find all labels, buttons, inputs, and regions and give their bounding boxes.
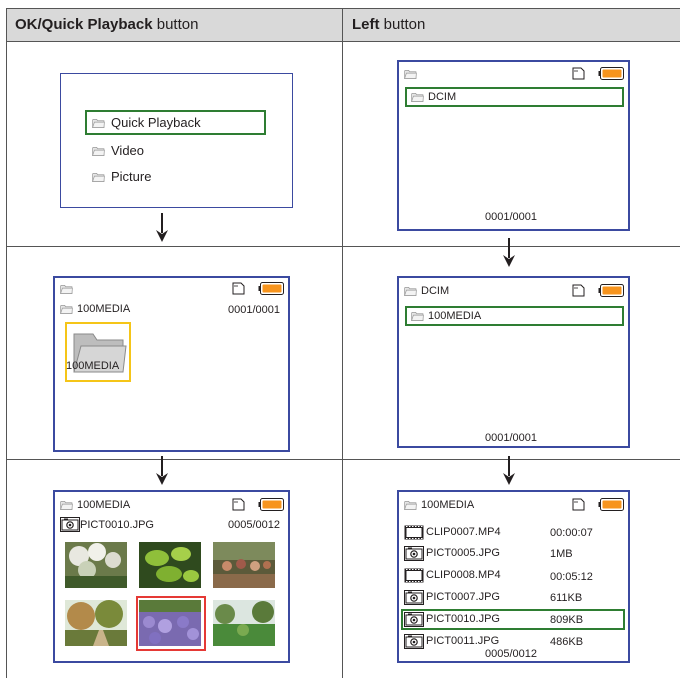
folder-icon [60, 304, 73, 314]
folder-counter: 0001/0001 [485, 432, 537, 444]
path-label: 100MEDIA [77, 303, 131, 315]
row-divider-1 [6, 246, 680, 247]
folder-icon [404, 500, 417, 510]
file-row-info: 486KB [550, 636, 584, 648]
battery-icon [598, 498, 624, 511]
film-icon [404, 568, 424, 583]
file-row-name[interactable]: PICT0007.JPG [426, 591, 500, 604]
folder-icon [92, 146, 105, 156]
folder-icon [60, 284, 73, 294]
path-label: DCIM [421, 285, 450, 297]
film-icon [404, 525, 424, 540]
folder-icon [404, 69, 417, 79]
table-left-border [6, 8, 7, 678]
sd-card-icon [572, 498, 585, 511]
file-row-info: 00:00:07 [550, 527, 593, 539]
thumbnail-purple-flowers[interactable] [139, 600, 201, 646]
thumbnail-lily-pads[interactable] [139, 542, 201, 588]
battery-icon [258, 498, 284, 511]
file-row-info: 611KB [550, 592, 583, 604]
sd-card-icon [572, 284, 585, 297]
folder-icon [92, 118, 105, 128]
column-divider [342, 8, 343, 678]
file-row-name[interactable]: CLIP0007.MP4 [426, 526, 501, 539]
camera-icon [404, 634, 424, 649]
folder-icon [411, 92, 424, 102]
dcim-screen: DCIM 0001/0001 [397, 60, 630, 231]
battery-icon [598, 284, 624, 297]
file-counter: 0005/0012 [485, 648, 537, 660]
header-right-bold: Left [352, 16, 380, 33]
file-row-info: 00:05:12 [550, 571, 593, 583]
arrow-down-icon [502, 456, 516, 486]
file-counter: 0005/0012 [228, 519, 280, 531]
battery-icon [258, 282, 284, 295]
folder-tile-label: 100MEDIA [66, 360, 120, 372]
header-right-rest: button [379, 16, 426, 33]
folder-icon [411, 311, 424, 321]
battery-icon [598, 67, 624, 80]
folder-name: 100MEDIA [428, 310, 482, 322]
folder-counter: 0001/0001 [485, 211, 537, 223]
menu-item-video[interactable]: Video [111, 144, 144, 157]
folder-icon [60, 500, 73, 510]
menu-item-picture[interactable]: Picture [111, 170, 151, 183]
file-name: PICT0010.JPG [80, 519, 154, 531]
header-bottom-border [6, 41, 680, 42]
camera-icon [404, 546, 424, 561]
menu-screen: Quick Playback Video Picture [60, 73, 293, 208]
table-top-border [6, 8, 680, 9]
file-row-name[interactable]: PICT0010.JPG [426, 613, 500, 626]
dcim-folder-screen: DCIM 100MEDIA 0001/0001 [397, 276, 630, 448]
thumbnail-screen: 100MEDIA PICT0010.JPG 0005/0012 [53, 490, 290, 663]
file-row-name[interactable]: PICT0011.JPG [426, 635, 499, 648]
camera-icon [60, 517, 80, 532]
file-row-info: 1MB [550, 548, 573, 560]
folder-counter: 0001/0001 [228, 304, 280, 316]
header-left-rest: button [152, 16, 199, 33]
thumbnail-people-seated[interactable] [213, 542, 275, 588]
thumbnail-tree-path[interactable] [65, 600, 127, 646]
folder-icon [92, 172, 105, 182]
folder-name: DCIM [428, 91, 457, 103]
folder-icon [404, 286, 417, 296]
path-label: 100MEDIA [77, 499, 131, 511]
file-row-name[interactable]: PICT0005.JPG [426, 547, 500, 560]
arrow-down-icon [502, 238, 516, 268]
header-left: OK/Quick Playback button [6, 8, 342, 41]
file-row-name[interactable]: CLIP0008.MP4 [426, 569, 501, 582]
arrow-down-icon [155, 456, 169, 486]
sd-card-icon [232, 498, 245, 511]
header-right: Left button [343, 8, 680, 41]
menu-item-quick-playback[interactable]: Quick Playback [111, 116, 201, 129]
thumbnail-garden[interactable] [213, 600, 275, 646]
row-divider-2 [6, 459, 680, 460]
file-list-screen: 100MEDIA CLIP0007.MP4 00:00:07 PICT0005.… [397, 490, 630, 663]
folder-tile-selected[interactable]: 100MEDIA [65, 322, 131, 382]
camera-icon [404, 590, 424, 605]
path-label: 100MEDIA [421, 499, 475, 511]
media-folder-screen: 100MEDIA 0001/0001 100MEDIA [53, 276, 290, 452]
thumbnail-white-flowers[interactable] [65, 542, 127, 588]
file-row-info: 809KB [550, 614, 584, 626]
header-left-bold: OK/Quick Playback [15, 16, 153, 33]
sd-card-icon [572, 67, 585, 80]
arrow-down-icon [155, 213, 169, 243]
sd-card-icon [232, 282, 245, 295]
camera-icon [404, 612, 424, 627]
